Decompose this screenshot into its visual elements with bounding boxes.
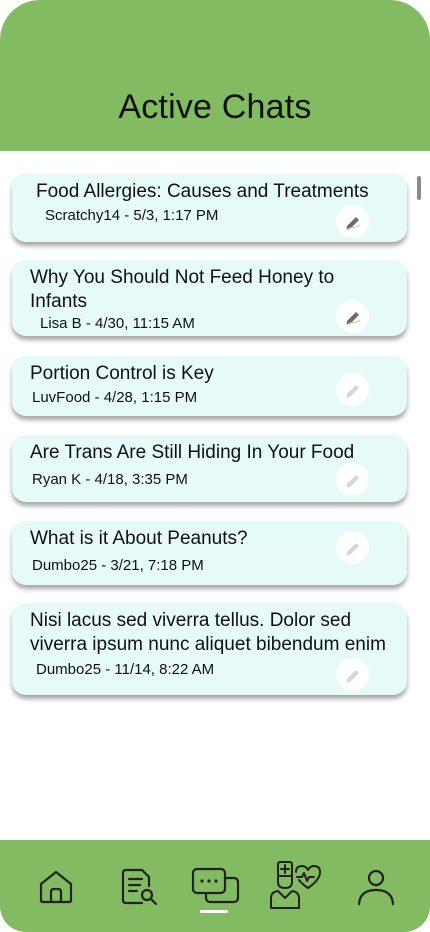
edit-button[interactable] <box>336 658 369 691</box>
edit-button[interactable] <box>336 300 369 333</box>
chat-meta: Ryan K - 4/18, 3:35 PM <box>32 471 188 488</box>
chat-card[interactable]: Why You Should Not Feed Honey to Infants… <box>12 260 407 336</box>
chat-meta: Scratchy14 - 5/3, 1:17 PM <box>45 207 219 224</box>
chat-title: What is it About Peanuts? <box>30 528 248 549</box>
chat-list[interactable]: Food Allergies: Causes and Treatments Sc… <box>0 151 430 840</box>
nav-chats[interactable] <box>190 866 242 908</box>
edit-button[interactable] <box>336 463 369 496</box>
chat-title: Food Allergies: Causes and Treatments <box>36 181 369 202</box>
chat-card[interactable]: Portion Control is Key LuvFood - 4/28, 1… <box>12 356 407 416</box>
chat-card[interactable]: Food Allergies: Causes and Treatments Sc… <box>12 173 407 242</box>
chat-card[interactable]: What is it About Peanuts? Dumbo25 - 3/21… <box>12 521 407 585</box>
chat-meta: Dumbo25 - 3/21, 7:18 PM <box>32 557 204 574</box>
chat-title: Portion Control is Key <box>30 363 214 384</box>
chat-meta: Dumbo25 - 11/14, 8:22 AM <box>36 661 215 678</box>
nav-home[interactable] <box>35 866 77 908</box>
doctor-heart-icon <box>270 861 321 909</box>
home-icon <box>39 870 73 904</box>
header-bar: Active Chats <box>0 0 430 151</box>
chat-title: Nisi lacus sed viverra tellus. Dolor sed… <box>30 610 386 655</box>
chat-meta: Lisa B - 4/30, 11:15 AM <box>40 315 195 332</box>
chat-title: Why You Should Not Feed Honey to Infants <box>30 267 335 312</box>
edit-button[interactable] <box>336 205 369 238</box>
document-search-icon <box>121 868 158 906</box>
pencil-icon <box>346 669 359 682</box>
chat-title: Are Trans Are Still Hiding In Your Food <box>30 442 355 463</box>
chat-bubbles-icon <box>191 867 240 904</box>
pencil-icon <box>346 384 359 397</box>
chat-card[interactable]: Are Trans Are Still Hiding In Your Food … <box>12 435 407 502</box>
active-tab-indicator <box>200 910 228 913</box>
pencil-icon <box>346 542 359 555</box>
bottom-nav <box>0 840 430 932</box>
pencil-icon <box>346 216 360 229</box>
chat-meta: LuvFood - 4/28, 1:15 PM <box>32 389 198 406</box>
pencil-icon <box>346 311 360 324</box>
chat-card[interactable]: Nisi lacus sed viverra tellus. Dolor sed… <box>12 603 407 695</box>
edit-button[interactable] <box>336 373 369 406</box>
nav-documents[interactable] <box>118 866 160 908</box>
nav-profile[interactable] <box>355 866 397 908</box>
scrollbar[interactable] <box>417 176 421 200</box>
page-title: Active Chats <box>118 88 312 126</box>
profile-icon <box>357 869 395 906</box>
edit-button[interactable] <box>336 531 369 564</box>
nav-doctor[interactable] <box>268 861 324 909</box>
pencil-icon <box>346 474 359 487</box>
